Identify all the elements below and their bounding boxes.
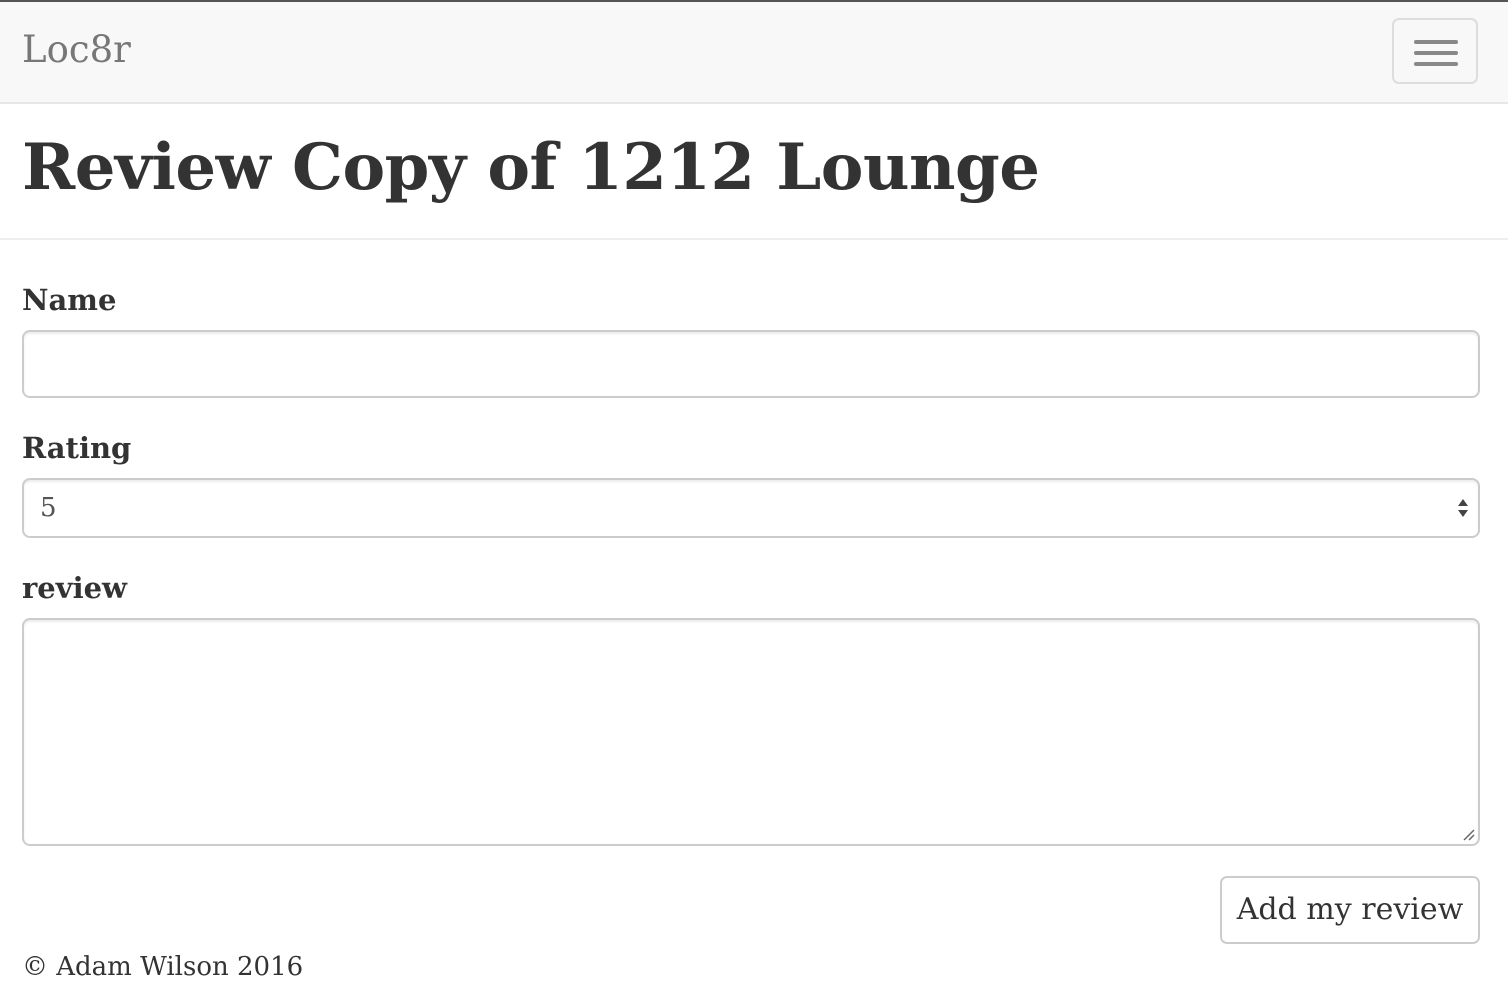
review-textarea[interactable] (24, 620, 1478, 844)
resize-handle-icon[interactable] (1460, 826, 1476, 842)
rating-select[interactable]: 5 (22, 478, 1480, 538)
review-field-wrapper (22, 618, 1480, 846)
footer-copyright: © Adam Wilson 2016 (22, 952, 304, 982)
brand-link[interactable]: Loc8r (22, 28, 131, 72)
review-label: review (22, 571, 128, 605)
add-review-button[interactable]: Add my review (1220, 876, 1480, 944)
select-arrows-icon (1458, 499, 1468, 517)
name-field-wrapper (22, 330, 1480, 398)
name-label: Name (22, 283, 117, 317)
page-title: Review Copy of 1212 Lounge (22, 130, 1040, 205)
rating-label: Rating (22, 431, 132, 465)
name-input[interactable] (24, 332, 1478, 396)
page-header: Review Copy of 1212 Lounge (0, 104, 1508, 240)
rating-selected-value: 5 (40, 493, 57, 523)
navbar: Loc8r (0, 2, 1508, 104)
navbar-toggle-button[interactable] (1392, 18, 1478, 84)
